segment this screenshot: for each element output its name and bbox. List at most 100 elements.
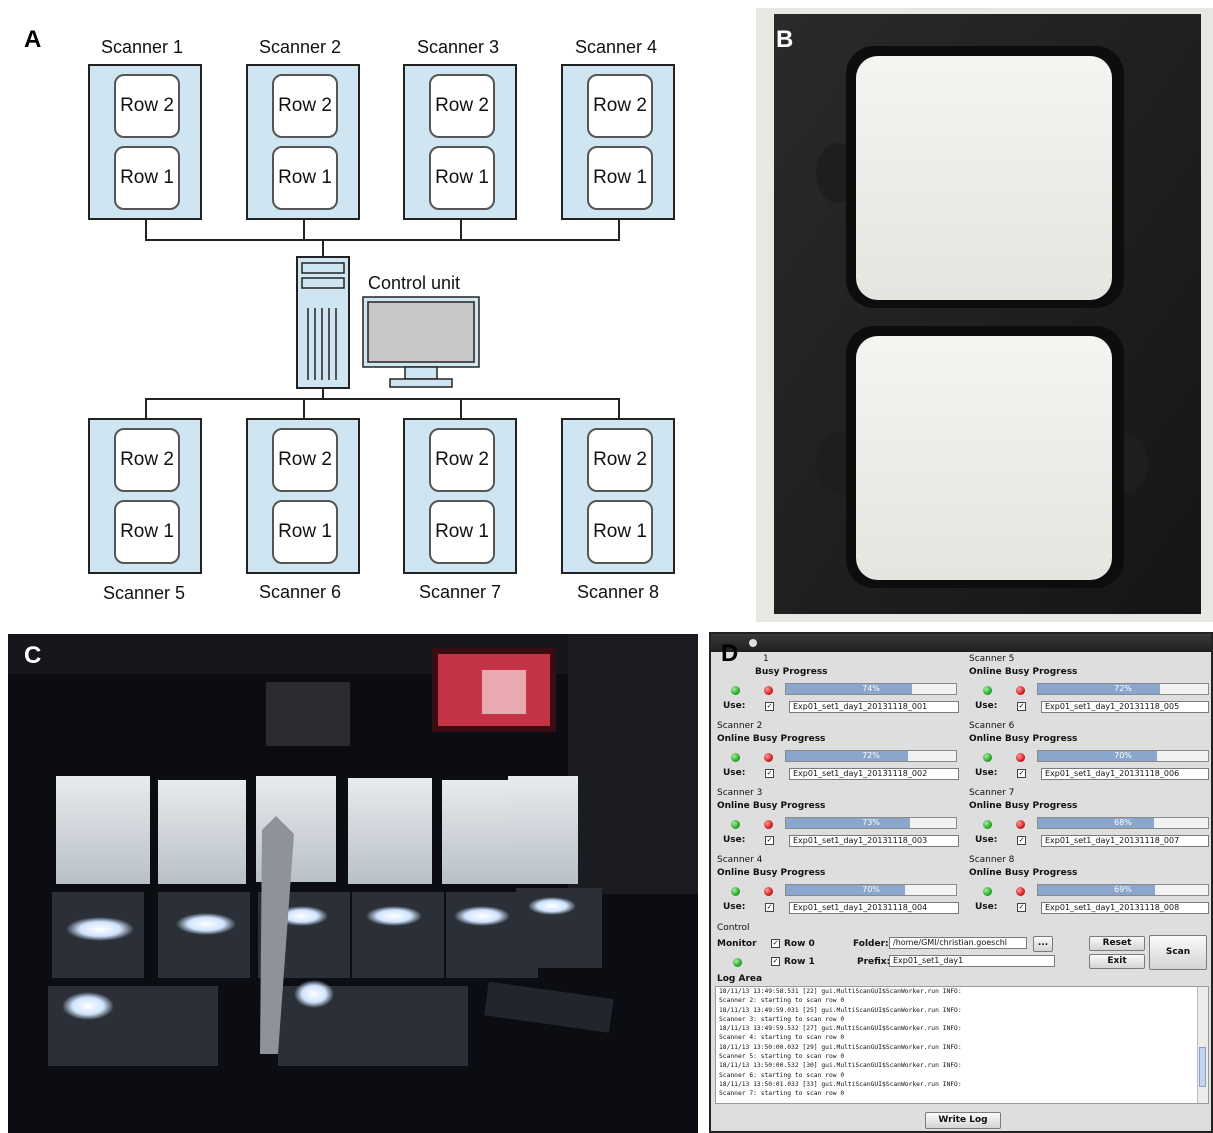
- log-line: Scanner 5: starting to scan row 0: [719, 1053, 845, 1061]
- scanner-box-4: Row 2 Row 1: [561, 64, 675, 220]
- browse-button[interactable]: ...: [1033, 936, 1053, 952]
- online-led-icon: [983, 686, 992, 695]
- progress-bar: 70%: [1037, 750, 1209, 762]
- use-label: Use:: [723, 768, 746, 778]
- busy-led-icon: [1016, 686, 1025, 695]
- panel-label-a: A: [24, 26, 42, 53]
- wire: [460, 398, 462, 418]
- wire-bus-top: [145, 239, 620, 241]
- log-scrollbar[interactable]: [1197, 987, 1208, 1103]
- log-line: Scanner 7: starting to scan row 0: [719, 1090, 845, 1098]
- progress-text: 70%: [1114, 751, 1132, 760]
- monitor-label: Monitor: [717, 939, 757, 949]
- panel-b-photo: B: [756, 8, 1213, 622]
- filename-field[interactable]: Exp01_set1_day1_20131118_008: [1041, 902, 1209, 914]
- filename-field[interactable]: Exp01_set1_day1_20131118_001: [789, 701, 959, 713]
- use-checkbox[interactable]: ✓: [1017, 903, 1026, 912]
- scanner-header: Online Busy Progress: [969, 868, 1078, 878]
- filename-field[interactable]: Exp01_set1_day1_20131118_006: [1041, 768, 1209, 780]
- log-line: Scanner 2: starting to scan row 0: [719, 997, 845, 1005]
- window-titlebar: [711, 634, 1211, 652]
- use-label: Use:: [975, 902, 998, 912]
- filename-field[interactable]: Exp01_set1_day1_20131118_005: [1041, 701, 1209, 713]
- log-line: 18/11/13 13:49:59.031 [25] gui.MultiScan…: [719, 1006, 962, 1014]
- log-line: Scanner 3: starting to scan row 0: [719, 1015, 845, 1023]
- panel-label-b: B: [776, 26, 794, 53]
- scanner-box-5: Row 2 Row 1: [88, 418, 202, 574]
- row-1-slot: Row 1: [587, 500, 653, 564]
- progress-text: 68%: [1114, 818, 1132, 827]
- scanner-panel-2: Scanner 2 Online Busy Progress 72% Use: …: [711, 721, 959, 787]
- scanner-panel-5: Scanner 5 Online Busy Progress 72% Use: …: [963, 654, 1211, 720]
- scrollbar-thumb[interactable]: [1199, 1047, 1206, 1087]
- filename-field[interactable]: Exp01_set1_day1_20131118_002: [789, 768, 959, 780]
- folder-input[interactable]: /home/GMI/christian.goeschl: [889, 937, 1027, 949]
- log-line: 18/11/13 13:49:59.532 [27] gui.MultiScan…: [719, 1025, 962, 1033]
- progress-text: 69%: [1114, 885, 1132, 894]
- row-1-slot: Row 1: [114, 146, 180, 210]
- use-label: Use:: [975, 768, 998, 778]
- scanner-header: Online Busy Progress: [717, 801, 826, 811]
- row-2-slot: Row 2: [429, 428, 495, 492]
- use-checkbox[interactable]: ✓: [765, 903, 774, 912]
- use-checkbox[interactable]: ✓: [1017, 702, 1026, 711]
- panel-c-photo: C: [8, 634, 698, 1133]
- use-checkbox[interactable]: ✓: [765, 836, 774, 845]
- wire: [145, 220, 147, 240]
- scanner-label-7: Scanner 7: [418, 582, 502, 602]
- wire: [618, 398, 620, 418]
- plate-holder-image: [774, 14, 1201, 614]
- row-1-slot: Row 1: [272, 146, 338, 210]
- row-2-slot: Row 2: [587, 74, 653, 138]
- log-line: 18/11/13 13:50:01.033 [33] gui.MultiScan…: [719, 1080, 962, 1088]
- exit-button[interactable]: Exit: [1089, 954, 1145, 969]
- panel-d-gui: D 1 Busy Progress 74% Use: ✓ Exp01_set1_…: [709, 632, 1213, 1133]
- wire-bus-bottom: [145, 398, 620, 400]
- use-checkbox[interactable]: ✓: [1017, 769, 1026, 778]
- prefix-input[interactable]: Exp01_set1_day1: [889, 955, 1055, 967]
- busy-led-icon: [764, 686, 773, 695]
- reset-button[interactable]: Reset: [1089, 936, 1145, 951]
- control-title: Control: [717, 923, 750, 933]
- window-close-icon[interactable]: [749, 639, 757, 647]
- busy-led-icon: [764, 887, 773, 896]
- row-1-slot: Row 1: [429, 500, 495, 564]
- online-led-icon: [731, 820, 740, 829]
- use-checkbox[interactable]: ✓: [765, 769, 774, 778]
- log-area[interactable]: 18/11/13 13:49:58.531 [22] gui.MultiScan…: [715, 986, 1209, 1104]
- log-line: 18/11/13 13:50:00.032 [29] gui.MultiScan…: [719, 1043, 962, 1051]
- scanner-header: Online Busy Progress: [717, 734, 826, 744]
- write-log-button[interactable]: Write Log: [925, 1112, 1001, 1129]
- progress-bar: 72%: [785, 750, 957, 762]
- row0-checkbox[interactable]: ✓: [771, 939, 780, 948]
- online-led-icon: [983, 820, 992, 829]
- scanner-header: Busy Progress: [755, 667, 828, 677]
- scanner-label-5: Scanner 5: [102, 583, 186, 603]
- scanner-title: Scanner 3: [717, 788, 763, 798]
- scanner-panel-1: 1 Busy Progress 74% Use: ✓ Exp01_set1_da…: [711, 654, 959, 720]
- progress-bar: 72%: [1037, 683, 1209, 695]
- log-line: Scanner 4: starting to scan row 0: [719, 1034, 845, 1042]
- log-line: 18/11/13 13:50:00.532 [30] gui.MultiScan…: [719, 1062, 962, 1070]
- online-led-icon: [731, 686, 740, 695]
- busy-led-icon: [1016, 820, 1025, 829]
- use-checkbox[interactable]: ✓: [1017, 836, 1026, 845]
- use-checkbox[interactable]: ✓: [765, 702, 774, 711]
- scan-button[interactable]: Scan: [1149, 935, 1207, 970]
- progress-text: 70%: [862, 885, 880, 894]
- row1-checkbox[interactable]: ✓: [771, 957, 780, 966]
- scanner-box-7: Row 2 Row 1: [403, 418, 517, 574]
- filename-field[interactable]: Exp01_set1_day1_20131118_007: [1041, 835, 1209, 847]
- scanner-title: Scanner 8: [969, 855, 1015, 865]
- scanner-label-6: Scanner 6: [258, 582, 342, 602]
- filename-field[interactable]: Exp01_set1_day1_20131118_004: [789, 902, 959, 914]
- scanner-label-3: Scanner 3: [416, 37, 500, 57]
- prefix-label: Prefix:: [857, 957, 891, 967]
- filename-field[interactable]: Exp01_set1_day1_20131118_003: [789, 835, 959, 847]
- row1-label: Row 1: [784, 957, 815, 967]
- row-1-slot: Row 1: [429, 146, 495, 210]
- progress-bar: 74%: [785, 683, 957, 695]
- row-2-slot: Row 2: [272, 74, 338, 138]
- scanner-header: Online Busy Progress: [969, 734, 1078, 744]
- busy-led-icon: [1016, 887, 1025, 896]
